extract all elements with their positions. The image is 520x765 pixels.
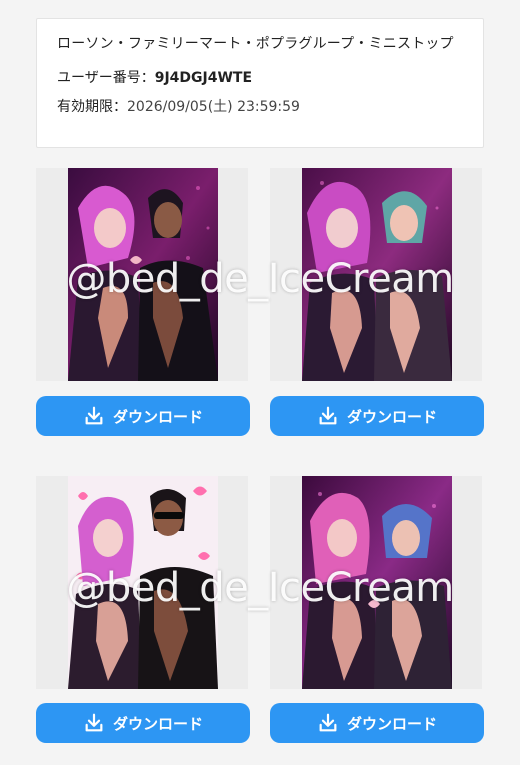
download-icon [317,712,339,734]
download-icon [317,405,339,427]
download-label: ダウンロード [112,407,203,426]
illustration-image [68,476,218,689]
expiry-label: 有効期限： [57,99,127,115]
image-tile-3[interactable] [36,476,248,689]
download-icon [83,405,105,427]
expiry-row: 有効期限：2026/09/05(土) 23:59:59 [57,98,463,116]
image-tile-2[interactable] [270,168,482,381]
image-tile-4[interactable] [270,476,482,689]
store-list: ローソン・ファミリーマート・ポプラグループ・ミニストップ [57,36,454,52]
download-button-1[interactable]: ダウンロード [36,396,250,436]
image-tile-1[interactable] [36,168,248,381]
illustration-image [302,476,452,689]
download-label: ダウンロード [346,714,437,733]
illustration-image [68,168,218,381]
download-button-3[interactable]: ダウンロード [36,703,250,743]
download-label: ダウンロード [346,407,437,426]
download-button-2[interactable]: ダウンロード [270,396,484,436]
download-button-4[interactable]: ダウンロード [270,703,484,743]
user-number-row: ユーザー番号：9J4DGJ4WTE [57,69,463,87]
expiry-value: 2026/09/05(土) 23:59:59 [127,99,300,115]
user-number-value: 9J4DGJ4WTE [154,70,253,86]
coupon-info-card: ローソン・ファミリーマート・ポプラグループ・ミニストップ ユーザー番号：9J4D… [36,18,484,148]
download-icon [83,712,105,734]
download-label: ダウンロード [112,714,203,733]
illustration-image [302,168,452,381]
user-number-label: ユーザー番号： [57,70,155,86]
